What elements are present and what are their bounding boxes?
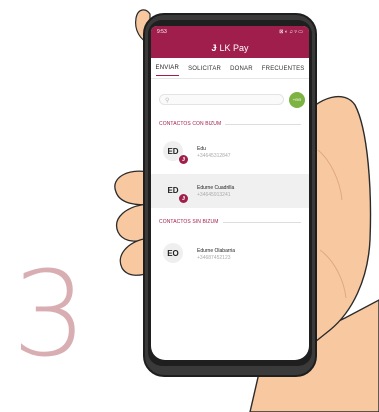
bizum-badge-icon: Ɉ [179,194,188,203]
phone-screen: 9:53 ⊠ ◐ ♫ ▿ ▭ Ɉ LK Pay ENVIAR SOLICITAR… [151,26,309,360]
status-bar: 9:53 ⊠ ◐ ♫ ▿ ▭ [151,26,309,38]
tab-bar: ENVIAR SOLICITAR DONAR FRECUENTES [151,58,309,79]
status-indicators: ⊠ ◐ ♫ ▿ ▭ [279,29,303,35]
section-divider [222,221,301,223]
status-time: 9:53 [157,29,167,35]
tab-frecuentes[interactable]: FRECUENTES [262,61,305,76]
contact-row-selected[interactable]: ED Ɉ Edurne Cuadrilla +34645913241 [151,174,309,208]
section-label-without-bizum: CONTACTOS SIN BIZUM [159,219,301,225]
contact-phone: +34645312847 [197,153,231,159]
section-label-with-bizum: CONTACTOS CON BIZUM [159,121,301,127]
bizum-badge-icon: Ɉ [179,155,188,164]
contact-phone: +34645913241 [197,192,231,198]
contact-row[interactable]: ED Ɉ Edu +34645312847 [151,135,309,169]
contact-name: Edurne Olabarria [197,248,236,254]
tab-solicitar[interactable]: SOLICITAR [188,61,221,76]
contact-name: Edu [197,146,206,152]
contact-row[interactable]: EO Edurne Olabarria +34687452123 [151,237,309,271]
add-contact-button[interactable]: +ΘΘ [289,92,305,108]
section-title-without-bizum: CONTACTOS SIN BIZUM [159,219,219,225]
search-icon: ⚲ [165,98,170,104]
tab-donar[interactable]: DONAR [230,61,253,76]
section-divider [225,123,301,125]
tab-enviar[interactable]: ENVIAR [155,60,180,76]
contact-phone: +34687452123 [197,255,231,261]
app-header: Ɉ LK Pay [151,38,309,58]
avatar: EO [163,243,183,263]
search-input[interactable]: ⚲ [159,94,284,105]
section-title-with-bizum: CONTACTOS CON BIZUM [159,121,222,127]
app-title: LK Pay [219,43,249,53]
search-row: ⚲ +ΘΘ [159,92,305,108]
contact-name: Edurne Cuadrilla [197,185,235,191]
bizum-logo-icon: Ɉ [211,43,217,53]
step-number: 3 [12,245,88,383]
